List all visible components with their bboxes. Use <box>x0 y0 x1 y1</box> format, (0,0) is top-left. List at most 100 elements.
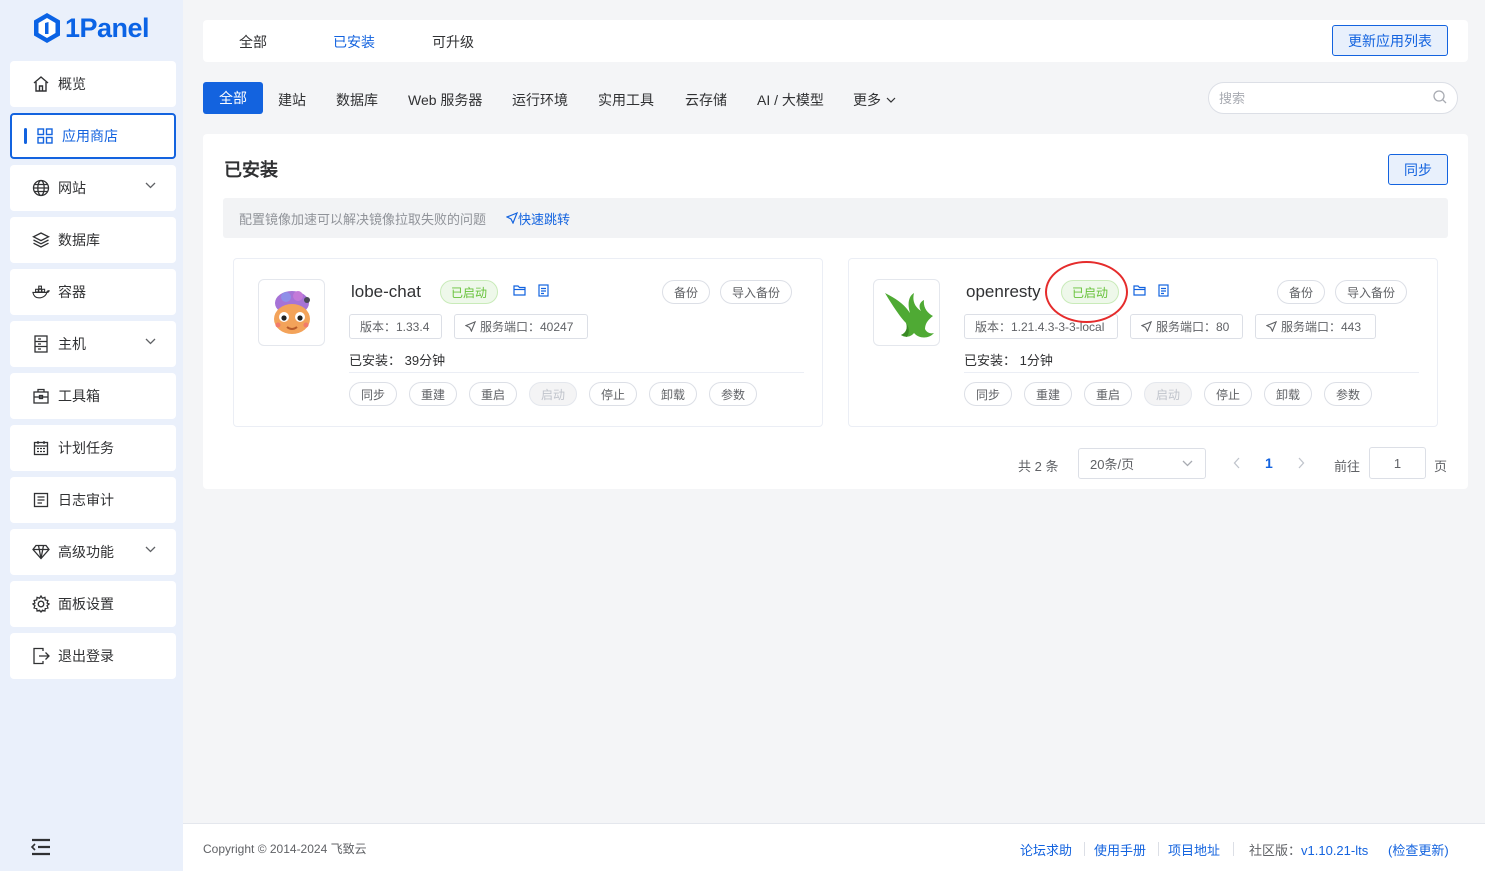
collapse-menu-icon[interactable] <box>30 838 52 859</box>
globe-icon <box>32 179 50 197</box>
sidebar-item-website[interactable]: 网站 <box>10 165 176 211</box>
chevron-down-icon <box>1182 460 1193 467</box>
send-icon <box>1266 321 1277 332</box>
check-update-link[interactable]: (检查更新) <box>1388 840 1449 859</box>
page-size-select[interactable]: 20条/页 <box>1078 448 1206 479</box>
port-label: 服务端口：40247 <box>480 320 574 334</box>
backup-button[interactable]: 备份 <box>662 280 710 304</box>
start-button[interactable]: 启动 <box>529 382 577 406</box>
diamond-icon <box>32 543 50 561</box>
sidebar-item-log-audit[interactable]: 日志审计 <box>10 477 176 523</box>
copyright: Copyright © 2014-2024 飞致云 <box>203 842 367 856</box>
toolbox-icon <box>32 387 50 405</box>
category-more[interactable]: 更多 <box>853 90 896 110</box>
installed-time: 已安装： 39分钟 <box>349 353 446 368</box>
folder-icon[interactable] <box>513 284 526 296</box>
sidebar-item-database[interactable]: 数据库 <box>10 217 176 263</box>
chevron-down-icon <box>145 338 156 345</box>
tab-installed[interactable]: 已安装 <box>333 32 375 52</box>
restart-button[interactable]: 重启 <box>1084 382 1132 406</box>
sidebar-item-label: 容器 <box>58 284 86 300</box>
calendar-icon <box>32 439 50 457</box>
category-all[interactable]: 全部 <box>203 82 263 114</box>
rebuild-button[interactable]: 重建 <box>1024 382 1072 406</box>
divider <box>964 372 1419 373</box>
send-icon <box>506 212 519 224</box>
grid-icon <box>36 127 54 145</box>
sidebar-item-container[interactable]: 容器 <box>10 269 176 315</box>
home-icon <box>32 75 50 93</box>
status-badge: 已启动 <box>440 280 499 304</box>
log-file-icon[interactable] <box>1158 284 1169 297</box>
tab-upgradable[interactable]: 可升级 <box>432 32 474 52</box>
start-button[interactable]: 启动 <box>1144 382 1192 406</box>
top-tab-bar: 全部 已安装 可升级 更新应用列表 <box>203 20 1468 62</box>
uninstall-button[interactable]: 卸载 <box>649 382 697 406</box>
restart-button[interactable]: 重启 <box>469 382 517 406</box>
logo[interactable]: 1Panel <box>33 11 150 45</box>
folder-icon[interactable] <box>1133 284 1146 296</box>
quick-jump-label: 快速跳转 <box>518 211 571 227</box>
sidebar-item-advanced[interactable]: 高级功能 <box>10 529 176 575</box>
search-input[interactable] <box>1208 82 1458 114</box>
prev-page-icon[interactable] <box>1233 457 1241 469</box>
manual-link[interactable]: 使用手册 <box>1094 840 1146 859</box>
app-card-openresty: openresty 已启动 备份 导入备份 版本：1.21.4.3-3-3-lo… <box>848 258 1438 427</box>
goto-page-input[interactable] <box>1369 447 1426 479</box>
quick-jump-link[interactable]: 快速跳转 <box>506 209 570 228</box>
log-file-icon[interactable] <box>538 284 549 297</box>
import-backup-button[interactable]: 导入备份 <box>1335 280 1407 304</box>
update-app-list-button[interactable]: 更新应用列表 <box>1332 25 1448 56</box>
page-number-current[interactable]: 1 <box>1265 455 1273 471</box>
backup-button[interactable]: 备份 <box>1277 280 1325 304</box>
mirror-notice: 配置镜像加速可以解决镜像拉取失败的问题 快速跳转 <box>223 198 1448 238</box>
send-icon <box>1141 321 1152 332</box>
params-button[interactable]: 参数 <box>1324 382 1372 406</box>
sidebar-item-overview[interactable]: 概览 <box>10 61 176 107</box>
sidebar-item-label: 计划任务 <box>58 440 114 456</box>
project-link[interactable]: 项目地址 <box>1168 840 1220 859</box>
page-suffix: 页 <box>1434 459 1448 474</box>
app-card-lobe-chat: lobe-chat 已启动 备份 导入备份 版本：1.33.4 服务端口：402… <box>233 258 823 427</box>
chevron-down-icon <box>145 182 156 189</box>
sidebar-item-host[interactable]: 主机 <box>10 321 176 367</box>
sync-app-button[interactable]: 同步 <box>964 382 1012 406</box>
sidebar-item-app-store[interactable]: 应用商店 <box>10 113 176 159</box>
category-database[interactable]: 数据库 <box>336 90 378 110</box>
sidebar-item-label: 网站 <box>58 180 86 196</box>
forum-link[interactable]: 论坛求助 <box>1020 840 1072 859</box>
sync-app-button[interactable]: 同步 <box>349 382 397 406</box>
category-runtime[interactable]: 运行环境 <box>512 90 568 110</box>
send-icon <box>465 321 476 332</box>
category-ai[interactable]: AI / 大模型 <box>757 90 824 110</box>
app-name: openresty <box>966 282 1041 301</box>
logo-icon <box>34 13 60 43</box>
category-website[interactable]: 建站 <box>278 90 306 110</box>
category-cloud-storage[interactable]: 云存储 <box>685 90 727 110</box>
sidebar-item-cronjob[interactable]: 计划任务 <box>10 425 176 471</box>
params-button[interactable]: 参数 <box>709 382 757 406</box>
sync-button[interactable]: 同步 <box>1388 154 1448 185</box>
next-page-icon[interactable] <box>1297 457 1305 469</box>
divider <box>349 372 804 373</box>
sidebar-item-logout[interactable]: 退出登录 <box>10 633 176 679</box>
search-icon[interactable] <box>1433 90 1447 104</box>
status-badge: 已启动 <box>1061 280 1120 304</box>
version-link[interactable]: v1.10.21-lts <box>1301 843 1368 858</box>
port-tag: 服务端口：40247 <box>454 314 588 339</box>
logo-text: 1Panel <box>65 12 150 43</box>
category-web-server[interactable]: Web 服务器 <box>408 90 482 110</box>
tab-all[interactable]: 全部 <box>239 32 267 52</box>
sidebar-item-toolbox[interactable]: 工具箱 <box>10 373 176 419</box>
sidebar-item-settings[interactable]: 面板设置 <box>10 581 176 627</box>
import-backup-button[interactable]: 导入备份 <box>720 280 792 304</box>
uninstall-button[interactable]: 卸载 <box>1264 382 1312 406</box>
installed-time: 已安装： 1分钟 <box>964 353 1053 368</box>
openresty-logo <box>873 279 940 346</box>
sidebar-item-label: 应用商店 <box>62 128 118 144</box>
category-tools[interactable]: 实用工具 <box>598 90 654 110</box>
category-more-label: 更多 <box>853 92 881 108</box>
rebuild-button[interactable]: 重建 <box>409 382 457 406</box>
stop-button[interactable]: 停止 <box>589 382 637 406</box>
stop-button[interactable]: 停止 <box>1204 382 1252 406</box>
